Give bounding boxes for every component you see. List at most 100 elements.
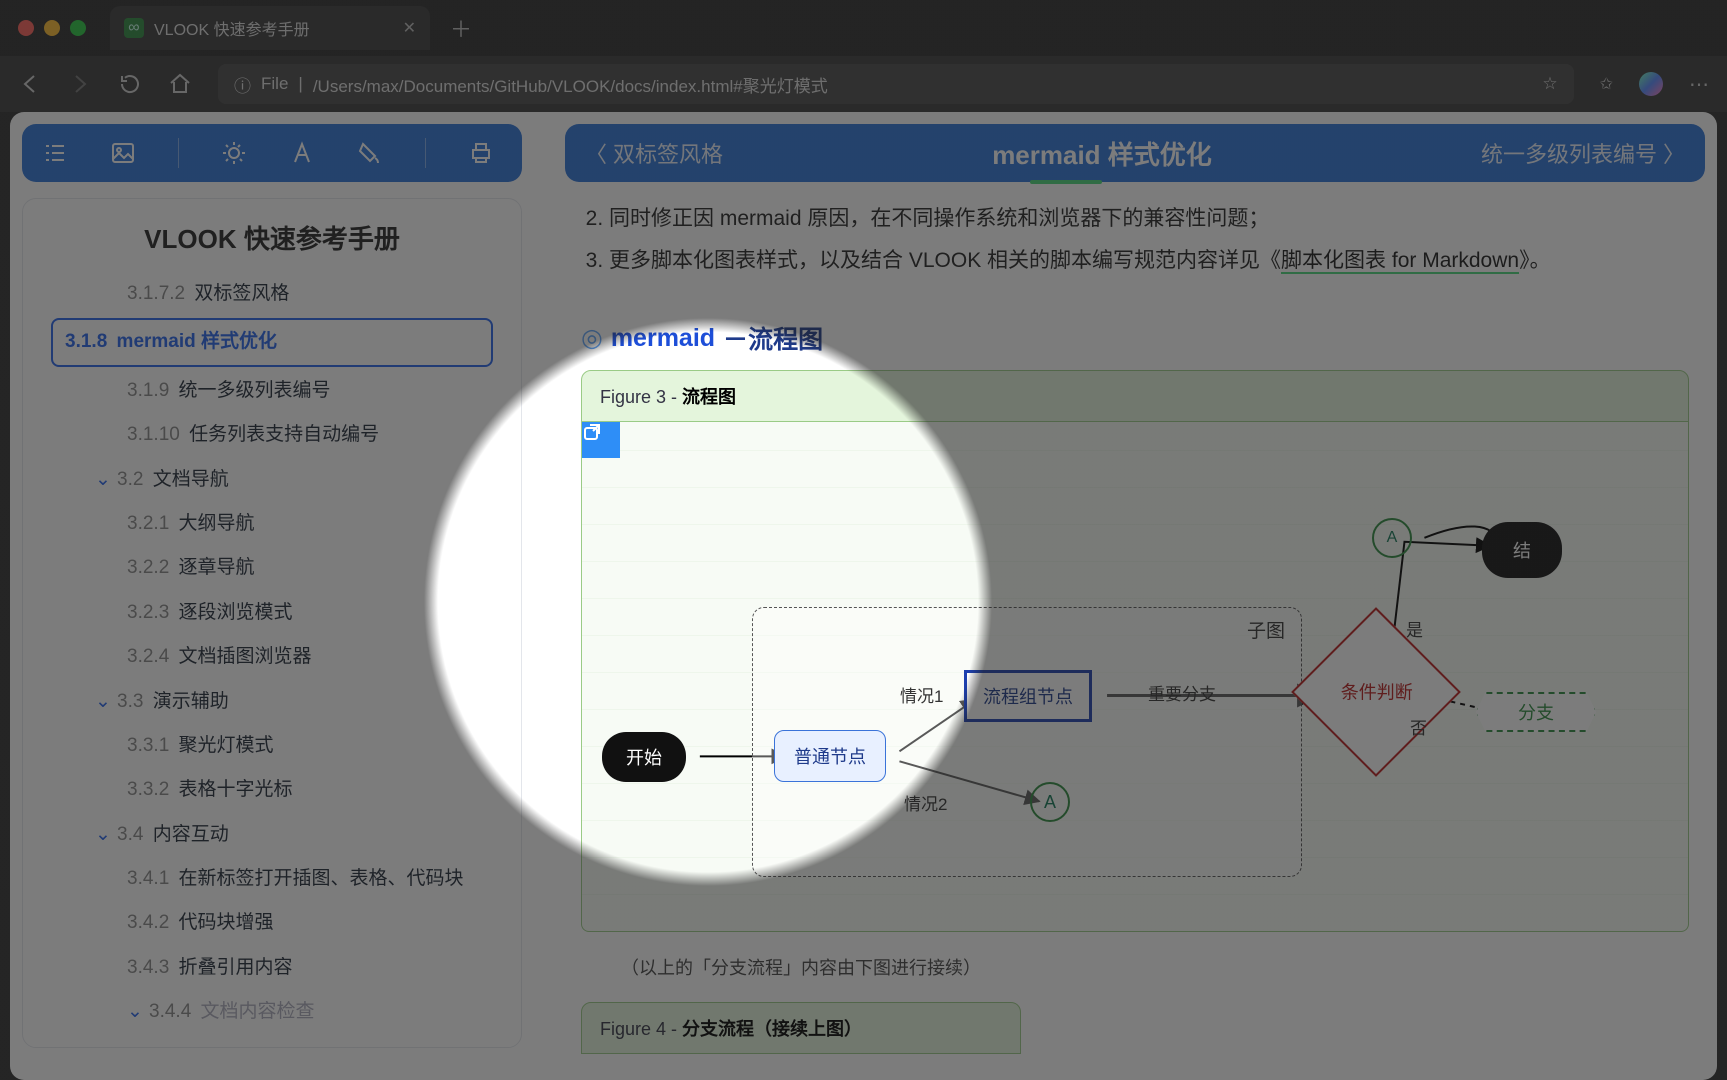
toc-label: 聚光灯模式: [179, 735, 274, 756]
toc-item[interactable]: 3.2.2 逐章导航: [23, 546, 521, 590]
node-normal[interactable]: 普通节点: [774, 730, 886, 782]
edge-label: 重要分支: [1148, 680, 1216, 705]
toc-label: 文档导航: [153, 469, 229, 490]
chevron-down-icon: ⌄: [95, 465, 111, 495]
toc-number: 3.3.1: [127, 735, 169, 756]
link-script-charts[interactable]: 脚本化图表 for Markdown: [1281, 249, 1519, 274]
app-viewport: 〈 双标签风格 mermaid 样式优化 统一多级列表编号 〉 VLOOK 快速…: [10, 112, 1717, 1080]
heading-dash: －: [723, 326, 748, 354]
toc-label: 逐段浏览模式: [179, 602, 293, 623]
maximize-window[interactable]: [70, 20, 86, 36]
toc-item[interactable]: 3.1.9 统一多级列表编号: [23, 369, 521, 413]
node-condition[interactable]: 条件判断: [1291, 607, 1461, 777]
toc-number: 3.3: [117, 691, 143, 712]
edge-label: 是: [1406, 616, 1423, 641]
close-window[interactable]: [18, 20, 34, 36]
edge-label: 情况2: [904, 790, 947, 815]
brightness-icon[interactable]: [221, 140, 247, 166]
minimize-window[interactable]: [44, 20, 60, 36]
chevron-down-icon: ⌄: [95, 687, 111, 717]
toc-label: 双标签风格: [194, 283, 289, 304]
main-content: 同时修正因 mermaid 原因，在不同操作系统和浏览器下的兼容性问题； 更多脚…: [565, 198, 1705, 1080]
node-connector-a[interactable]: A: [1372, 518, 1412, 558]
toc-number: 3.1.10: [127, 424, 180, 445]
open-new-tab-icon[interactable]: [582, 422, 620, 458]
toc-item[interactable]: 3.3.2 表格十字光标: [23, 768, 521, 812]
figure-number: Figure 4 -: [600, 1019, 682, 1039]
toc-item[interactable]: 3.4.2 代码块增强: [23, 901, 521, 945]
list-item: 更多脚本化图表样式，以及结合 VLOOK 相关的脚本编写规范内容详见《脚本化图表…: [609, 240, 1689, 282]
print-icon[interactable]: [468, 140, 494, 166]
toc-item[interactable]: 3.4.1 在新标签打开插图、表格、代码块: [23, 857, 521, 901]
node-start[interactable]: 开始: [602, 732, 686, 782]
figure-title: 分支流程（接续上图）: [682, 1019, 862, 1039]
toc-number: 3.2.3: [127, 602, 169, 623]
list-item: 同时修正因 mermaid 原因，在不同操作系统和浏览器下的兼容性问题；: [609, 198, 1689, 240]
toc-number: 3.1.8: [65, 331, 107, 352]
separator: [425, 138, 426, 168]
info-icon[interactable]: ⓘ: [234, 72, 251, 97]
toc-label: 代码块增强: [179, 912, 274, 933]
toc-icon[interactable]: [42, 140, 68, 166]
toc-label: 大纲导航: [179, 513, 255, 534]
toc-item[interactable]: ⌄3.3 演示辅助: [23, 680, 521, 724]
toc-item[interactable]: ⌄ 3.2 文档导航: [23, 458, 521, 502]
forward-icon[interactable]: [68, 72, 92, 96]
toc-number: 3.2: [117, 469, 143, 490]
profile-avatar[interactable]: [1639, 72, 1663, 96]
favicon: ∞: [124, 18, 144, 38]
bullet-icon: ◎: [581, 323, 603, 353]
subgraph-title: 子图: [1247, 616, 1285, 643]
new-tab-button[interactable]: ＋: [450, 12, 472, 44]
titlebar: ∞ VLOOK 快速参考手册 ✕ ＋: [0, 0, 1727, 56]
favorites-icon[interactable]: ✩: [1600, 74, 1613, 94]
toolbar-ribbon: [22, 124, 522, 182]
bookmark-icon[interactable]: ☆: [1542, 74, 1557, 94]
more-icon[interactable]: ⋯: [1689, 72, 1709, 97]
font-icon[interactable]: [289, 140, 315, 166]
toc-sidebar: VLOOK 快速参考手册 3.1.7.2 双标签风格3.1.8 mermaid …: [22, 198, 522, 1048]
toc-item[interactable]: 3.3.1 聚光灯模式: [23, 724, 521, 768]
url-text: /Users/max/Documents/GitHub/VLOOK/docs/i…: [313, 72, 828, 97]
node-label: 条件判断: [1319, 678, 1435, 704]
back-icon[interactable]: [18, 72, 42, 96]
toc-label: 表格十字光标: [179, 779, 293, 800]
figure-number: Figure 3 -: [600, 387, 682, 407]
chevron-down-icon: ⌄: [127, 997, 143, 1027]
mermaid-flowchart[interactable]: 子图 开始 普通节点 流程组节点 A A 条件判断 结 分支 情况1 情况2 重…: [581, 422, 1689, 932]
toc-item[interactable]: 3.4.3 折叠引用内容: [23, 946, 521, 990]
toc-item[interactable]: 3.1.8 mermaid 样式优化: [51, 318, 493, 366]
url-scheme: File: [261, 74, 288, 94]
address-bar[interactable]: ⓘ File | /Users/max/Documents/GitHub/VLO…: [218, 64, 1574, 104]
node-process-group[interactable]: 流程组节点: [964, 670, 1092, 722]
next-chapter-label: 统一多级列表编号: [1481, 137, 1657, 169]
toc-label: mermaid 样式优化: [117, 331, 277, 352]
figure-caption: Figure 4 - 分支流程（接续上图）: [581, 1002, 1021, 1054]
browser-tab[interactable]: ∞ VLOOK 快速参考手册 ✕: [110, 6, 430, 50]
node-branch[interactable]: 分支: [1486, 690, 1590, 734]
toc-item[interactable]: ⌄3.4 内容互动: [23, 813, 521, 857]
picture-icon[interactable]: [110, 140, 136, 166]
toc-item[interactable]: 3.2.1 大纲导航: [23, 502, 521, 546]
toc-item[interactable]: 3.1.10 任务列表支持自动编号: [23, 413, 521, 457]
toc-number: 3.3.2: [127, 779, 169, 800]
url-separator: |: [298, 74, 302, 94]
reload-icon[interactable]: [118, 72, 142, 96]
node-end[interactable]: 结: [1482, 522, 1562, 578]
next-chapter-link[interactable]: 统一多级列表编号 〉: [1481, 137, 1685, 169]
prev-chapter-link[interactable]: 〈 双标签风格: [585, 137, 723, 169]
toc-number: 3.4.4: [149, 1001, 191, 1022]
figure-title: 流程图: [682, 387, 736, 407]
toc-item[interactable]: 3.1.7.2 双标签风格: [23, 272, 521, 316]
toc-label: 文档插图浏览器: [179, 646, 312, 667]
close-tab-icon[interactable]: ✕: [403, 18, 416, 38]
paint-icon[interactable]: [357, 140, 383, 166]
home-icon[interactable]: [168, 72, 192, 96]
toc-item[interactable]: 3.2.4 文档插图浏览器: [23, 635, 521, 679]
tab-title: VLOOK 快速参考手册: [154, 16, 310, 40]
toc-label: 统一多级列表编号: [179, 380, 331, 401]
toc-label: 内容互动: [153, 824, 229, 845]
toc-item[interactable]: 3.2.3 逐段浏览模式: [23, 591, 521, 635]
node-connector-a[interactable]: A: [1030, 782, 1070, 822]
toc-item[interactable]: ⌄3.4.4 文档内容检查: [23, 990, 521, 1034]
